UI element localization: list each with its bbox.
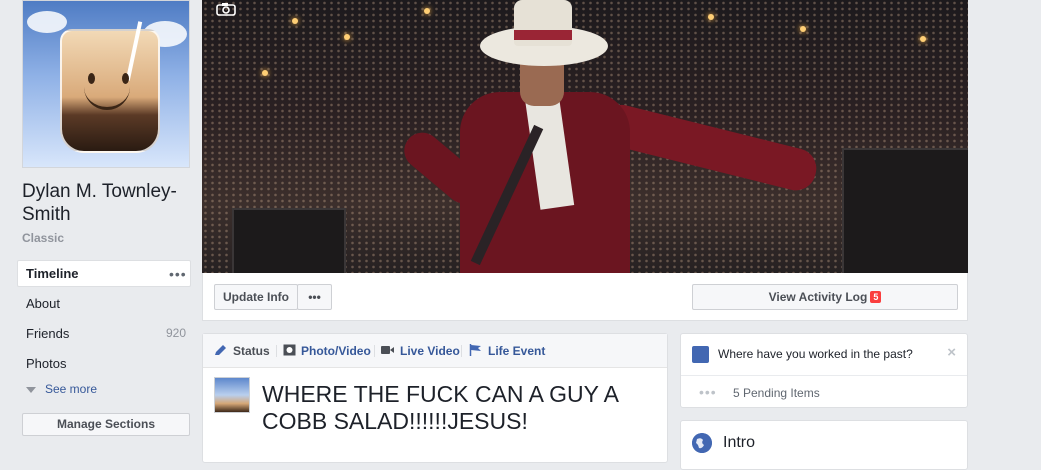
tab-status[interactable]: Status — [233, 344, 270, 358]
sidebar-item-about[interactable]: About — [26, 296, 60, 311]
profile-picture[interactable] — [22, 0, 190, 168]
pending-dots-icon: ••• — [699, 384, 717, 400]
profile-subtitle: Classic — [22, 231, 65, 245]
sidebar-item-label[interactable]: Timeline — [26, 266, 79, 281]
divider — [681, 375, 967, 376]
activity-badge: 5 — [870, 291, 882, 303]
drink-glass-image — [60, 21, 160, 153]
pencil-icon — [215, 345, 226, 355]
post-composer: Status Photo/Video Live Video Life Event… — [202, 333, 668, 463]
stage-light — [262, 70, 268, 76]
close-icon[interactable]: × — [947, 344, 956, 361]
stage-light — [708, 14, 714, 20]
more-actions-button[interactable]: ••• — [297, 284, 332, 310]
see-more-link[interactable]: See more — [45, 382, 97, 396]
photo-icon — [283, 344, 296, 356]
composer-post-text[interactable]: WHERE THE FUCK CAN A GUY A COBB SALAD!!!… — [262, 381, 642, 435]
cloud-shape — [27, 11, 67, 33]
composer-tabs: Status Photo/Video Live Video Life Event — [203, 334, 667, 368]
stage-light — [424, 8, 430, 14]
view-activity-log-button[interactable]: View Activity Log 5 — [692, 284, 958, 310]
amplifier-shape — [842, 148, 968, 273]
video-camera-icon — [381, 346, 394, 354]
sidebar-item-photos[interactable]: Photos — [26, 356, 66, 371]
profile-action-bar: Update Info ••• View Activity Log 5 — [202, 273, 968, 321]
tab-live-video[interactable]: Live Video — [400, 344, 460, 358]
composer-avatar[interactable] — [214, 377, 250, 413]
eye-shape — [122, 73, 129, 84]
manage-sections-button[interactable]: Manage Sections — [22, 413, 190, 436]
tab-divider — [276, 345, 277, 357]
intro-card: Intro — [680, 420, 968, 470]
work-prompt-question[interactable]: Where have you worked in the past? — [718, 347, 913, 361]
stage-light — [800, 26, 806, 32]
tab-divider — [374, 345, 375, 357]
tab-divider — [461, 345, 462, 357]
stage-light — [920, 36, 926, 42]
globe-icon — [692, 433, 712, 453]
tab-photo-video[interactable]: Photo/Video — [301, 344, 371, 358]
stage-light — [292, 18, 298, 24]
activity-log-label: View Activity Log — [768, 290, 868, 304]
chevron-down-icon[interactable] — [26, 386, 36, 394]
sidebar-item-friends[interactable]: Friends — [26, 326, 69, 341]
pending-items-link[interactable]: 5 Pending Items — [733, 386, 820, 400]
amplifier-shape — [232, 208, 346, 273]
straw-shape — [125, 21, 143, 81]
intro-title: Intro — [723, 434, 756, 451]
cover-photo[interactable] — [202, 0, 968, 273]
eye-shape — [88, 73, 95, 84]
flag-icon — [469, 344, 481, 356]
friends-count: 920 — [166, 326, 187, 340]
hat-band — [514, 30, 572, 40]
tab-life-event[interactable]: Life Event — [488, 344, 545, 358]
work-prompt-card: Where have you worked in the past? × •••… — [680, 333, 968, 408]
stage-light — [344, 34, 350, 40]
update-info-button[interactable]: Update Info — [214, 284, 298, 310]
more-options-icon[interactable]: ••• — [169, 266, 187, 282]
profile-name[interactable]: Dylan M. Townley-Smith — [22, 180, 192, 226]
camera-icon[interactable] — [216, 2, 236, 16]
smile-shape — [84, 87, 130, 110]
briefcase-icon — [692, 346, 709, 363]
